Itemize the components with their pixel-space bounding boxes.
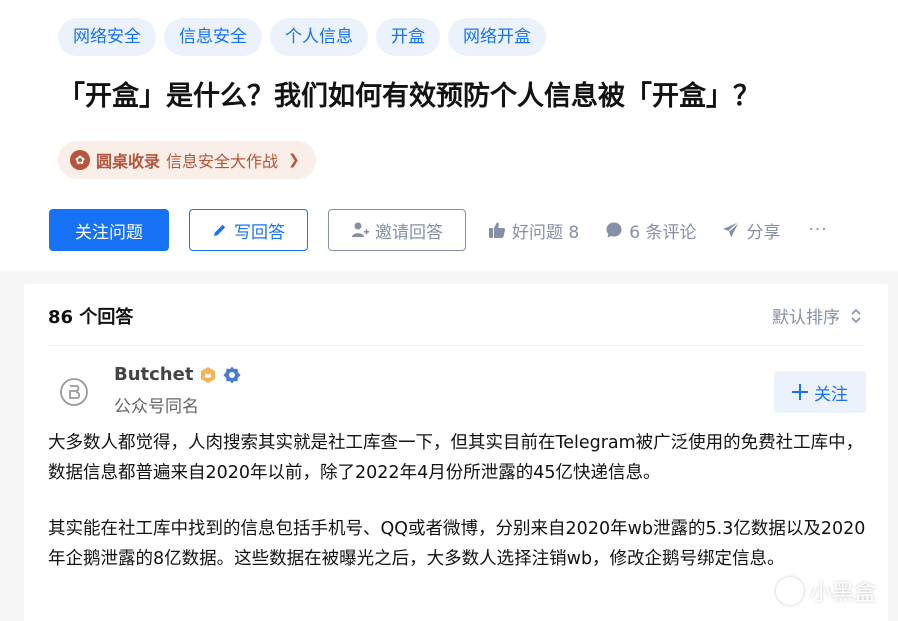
roundtable-name: 圆桌收录 (96, 152, 161, 171)
share-button[interactable]: 分享 (722, 218, 780, 243)
comments-label: 6 条评论 (629, 222, 697, 243)
roundtable-icon: ✿ (70, 150, 90, 170)
author-avatar-image (60, 378, 88, 406)
answers-header: 86 个回答 默认排序 (48, 284, 864, 346)
topic-tag[interactable]: 个人信息 (270, 18, 368, 56)
topic-tag[interactable]: 网络开盒 (448, 18, 546, 56)
watermark-logo-icon (775, 577, 804, 605)
share-label: 分享 (746, 222, 781, 243)
invite-answer-label: 邀请回答 (375, 222, 443, 243)
more-icon: ··· (808, 220, 828, 240)
question-title: 「开盒」是什么？我们如何有效预防个人信息被「开盒」？ (58, 81, 760, 112)
roundtable-subtitle: 信息安全大作战 (166, 152, 279, 171)
comment-bubble-icon (606, 222, 622, 238)
author-bio: 公众号同名 (114, 397, 199, 417)
follow-question-label: 关注问题 (75, 222, 143, 243)
answer-paragraph: 大多数人都觉得，人肉搜索其实就是社工库查一下，但其实目前在Telegram被广泛… (48, 433, 864, 483)
sort-label: 默认排序 (772, 308, 840, 328)
follow-question-button[interactable]: 关注问题 (49, 209, 169, 251)
author-name-row: Butchet (114, 364, 241, 385)
pencil-icon (214, 224, 226, 236)
topic-tags: 网络安全 信息安全 个人信息 开盒 网络开盒 (58, 18, 546, 56)
answer-count: 86 个回答 (48, 307, 134, 328)
answer-paragraph: 其实能在社工库中找到的信息包括手机号、QQ或者微博，分别来自2020年wb泄露的… (48, 519, 866, 569)
more-options-button[interactable]: ··· (808, 220, 827, 240)
level-badge-icon[interactable] (199, 366, 217, 384)
topic-tag[interactable]: 网络安全 (58, 18, 156, 56)
good-question-label: 好问题 8 (512, 222, 580, 243)
watermark-text: 小黑盒 (809, 581, 876, 606)
write-answer-button[interactable]: 写回答 (189, 209, 308, 251)
topic-tag[interactable]: 开盒 (376, 18, 440, 56)
paper-plane-icon (723, 221, 740, 238)
thumbs-up-icon (489, 222, 506, 238)
roundtable-link[interactable]: ✿ 圆桌收录 信息安全大作战 ❯ (58, 141, 316, 179)
topic-tag[interactable]: 信息安全 (164, 18, 262, 56)
follow-author-label: 关注 (814, 384, 848, 405)
author-avatar[interactable] (54, 372, 94, 412)
follow-author-button[interactable]: 关注 (774, 371, 866, 413)
answers-card: 86 个回答 默认排序 Butchet 公众号同名 关注 大多数人都觉得，人肉搜… (24, 284, 888, 621)
invite-answer-button[interactable]: 邀请回答 (328, 209, 466, 251)
write-answer-label: 写回答 (234, 222, 285, 243)
question-header: 网络安全 信息安全 个人信息 开盒 网络开盒 「开盒」是什么？我们如何有效预防个… (0, 0, 898, 271)
comments-button[interactable]: 6 条评论 (605, 218, 696, 243)
good-question-button[interactable]: 好问题 8 (488, 218, 579, 243)
plus-icon (792, 384, 808, 400)
question-actions: 关注问题 写回答 邀请回答 好问题 8 6 条评论 分享 ··· (49, 209, 828, 251)
sort-dropdown[interactable]: 默认排序 (772, 303, 862, 328)
add-user-icon (352, 222, 369, 237)
watermark: 小黑盒 (775, 575, 876, 607)
verified-badge-icon[interactable] (223, 366, 241, 384)
chevron-right-icon: ❯ (288, 152, 300, 168)
sort-chevrons-icon (851, 308, 861, 323)
author-name[interactable]: Butchet (114, 364, 193, 385)
